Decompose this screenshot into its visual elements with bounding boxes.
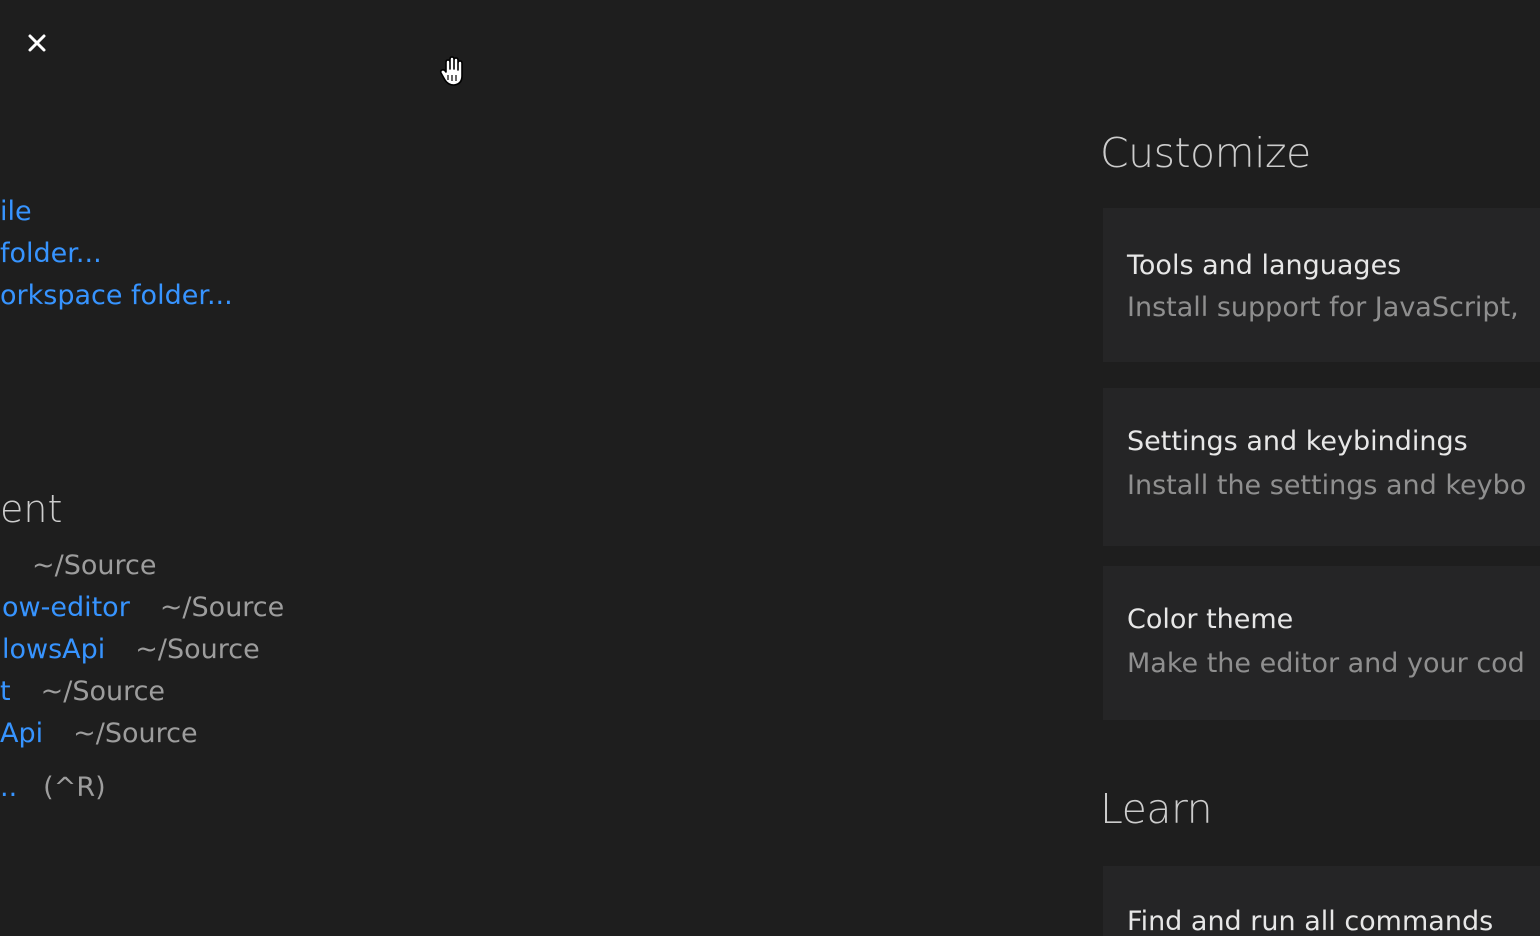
card-find-and-run-all-commands[interactable]: Find and run all commands <box>1103 866 1540 936</box>
recent-item-name[interactable]: t <box>0 676 11 707</box>
recent-item-path: ~/Source <box>159 592 285 623</box>
card-settings-and-keybindings[interactable]: Settings and keybindings Install the set… <box>1103 388 1540 546</box>
recent-more-shortcut: (^R) <box>43 772 106 803</box>
card-title: Tools and languages <box>1127 250 1402 281</box>
card-title: Settings and keybindings <box>1127 426 1468 457</box>
recent-heading: ent <box>0 487 63 531</box>
card-description: Install the settings and keybo <box>1127 470 1527 501</box>
card-color-theme[interactable]: Color theme Make the editor and your cod <box>1103 566 1540 720</box>
recent-item-name[interactable]: ow-editor <box>2 592 130 623</box>
recent-more-row[interactable]: .. (^R) <box>0 774 106 801</box>
card-title: Find and run all commands <box>1127 906 1494 936</box>
recent-more-link[interactable]: .. <box>0 772 17 803</box>
recent-item[interactable]: lowsApi ~/Source <box>2 636 260 663</box>
card-tools-and-languages[interactable]: Tools and languages Install support for … <box>1103 208 1540 362</box>
recent-item[interactable]: t ~/Source <box>0 678 165 705</box>
card-title: Color theme <box>1127 604 1294 635</box>
welcome-page: ile folder... orkspace folder... ent ~/S… <box>0 0 1540 936</box>
recent-item-name[interactable]: Api <box>0 718 43 749</box>
recent-item-path: ~/Source <box>73 718 198 749</box>
start-new-file-link[interactable]: ile <box>0 198 32 225</box>
recent-item-name[interactable]: lowsApi <box>2 634 105 665</box>
recent-item-path: ~/Source <box>40 676 166 707</box>
recent-item-path: ~/Source <box>135 634 260 665</box>
start-add-workspace-folder-link[interactable]: orkspace folder... <box>0 282 233 309</box>
customize-heading: Customize <box>1100 129 1311 177</box>
learn-heading: Learn <box>1100 785 1213 833</box>
left-column: ile folder... orkspace folder... ent ~/S… <box>0 0 1000 936</box>
recent-item[interactable]: ~/Source <box>2 552 156 579</box>
recent-item-path: ~/Source <box>32 550 157 581</box>
start-open-folder-link[interactable]: folder... <box>0 240 102 267</box>
card-description: Install support for JavaScript, <box>1127 292 1519 323</box>
recent-item[interactable]: ow-editor ~/Source <box>2 594 284 621</box>
recent-item[interactable]: Api ~/Source <box>0 720 198 747</box>
card-description: Make the editor and your cod <box>1127 648 1525 679</box>
